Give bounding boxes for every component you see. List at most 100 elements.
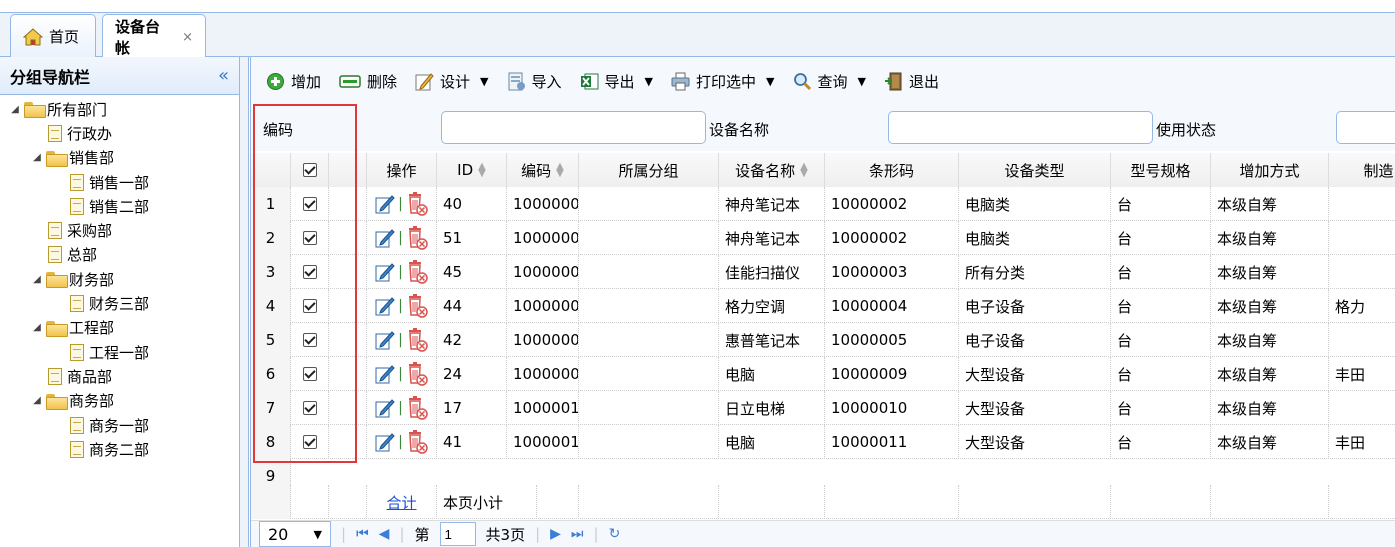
tree-node[interactable]: ◢ 所有部门 [0,97,239,121]
sort-icon[interactable]: ▲ ▼ [556,162,564,179]
table-row[interactable]: 9 [251,459,291,485]
row-select[interactable] [291,391,329,425]
export-button[interactable]: 导出 ▼ [580,71,653,92]
exit-button[interactable]: 退出 [884,71,939,92]
usage-status-input[interactable] [1336,111,1395,144]
delete-row-icon[interactable] [406,260,428,284]
add-button[interactable]: 增加 [266,71,321,92]
page-number-input[interactable] [439,522,476,546]
column-header-id[interactable]: ID ▲ ▼ [437,153,507,187]
column-header-name[interactable]: 设备名称 ▲ ▼ [719,153,825,187]
tree-node[interactable]: ◢ 销售部 [0,146,239,170]
edit-icon[interactable] [375,296,395,316]
edit-icon[interactable] [375,228,395,248]
table-row[interactable]: 7 | 17 10000010 日立电梯 10000010 大型设备 台 本级自筹 [251,391,1395,425]
tree-node[interactable]: 工程一部 [0,340,239,364]
expand-toggle-icon[interactable]: ◢ [30,395,44,406]
expand-toggle-icon[interactable]: ◢ [8,104,22,115]
column-header-maker[interactable]: 制造 [1329,153,1395,187]
column-header-ops[interactable]: 操作 [367,153,437,187]
edit-icon[interactable] [375,330,395,350]
expand-toggle-icon[interactable]: ◢ [30,274,44,285]
design-button[interactable]: 设计 ▼ [415,71,489,92]
row-checkbox[interactable] [302,231,317,245]
table-row[interactable]: 8 | 41 10000011 电脑 10000011 大型设备 台 本级自筹 丰田 [251,425,1395,459]
table-row[interactable]: 5 | 42 10000005 惠普笔记本 10000005 电子设备 台 本级自筹 [251,323,1395,357]
row-select[interactable] [291,289,329,323]
edit-icon[interactable] [375,194,395,214]
table-row[interactable]: 3 | 45 10000003 佳能扫描仪 10000003 所有分类 台 本级自筹 [251,255,1395,289]
tab-equipment-ledger[interactable]: 设备台帐 × [102,14,206,59]
code-input[interactable] [441,111,706,144]
tree-node[interactable]: ◢ 财务部 [0,267,239,291]
column-header-add[interactable]: 增加方式 [1211,153,1329,187]
tab-close-icon[interactable]: × [182,30,193,45]
delete-button[interactable]: 删除 [339,71,397,92]
row-select[interactable] [291,425,329,459]
row-checkbox[interactable] [302,299,317,313]
row-select[interactable] [291,221,329,255]
row-checkbox[interactable] [302,197,317,211]
sort-icon[interactable]: ▲ ▼ [800,162,808,179]
row-checkbox[interactable] [302,265,317,279]
total-link[interactable]: 合计 [386,492,416,513]
edit-icon[interactable] [375,398,395,418]
row-checkbox[interactable] [302,367,317,381]
header-select-all[interactable] [291,153,329,187]
delete-row-icon[interactable] [406,328,428,352]
delete-row-icon[interactable] [406,430,428,454]
select-all-checkbox[interactable] [302,163,317,177]
first-page-icon[interactable]: ⏮ [356,526,369,542]
delete-row-icon[interactable] [406,192,428,216]
row-checkbox[interactable] [302,435,317,449]
expand-toggle-icon[interactable]: ◢ [30,152,44,163]
table-row[interactable]: 1 | 40 10000002 神舟笔记本 10000002 电脑类 台 本级自筹 [251,187,1395,221]
next-page-icon[interactable]: ▶ [550,526,561,542]
tree-node[interactable]: 销售二部 [0,194,239,218]
table-row[interactable]: 2 | 51 10000002-01 神舟笔记本 10000002 电脑类 台 本级自筹 [251,221,1395,255]
sort-icon[interactable]: ▲ ▼ [478,162,486,179]
column-header-code[interactable]: 编码 ▲ ▼ [507,153,579,187]
tree-node[interactable]: ◢ 商务部 [0,389,239,413]
tree-node[interactable]: ◢ 工程部 [0,316,239,340]
import-button[interactable]: 导入 [507,71,562,92]
tree-node[interactable]: 销售一部 [0,170,239,194]
tree-node[interactable]: 商务一部 [0,413,239,437]
row-select[interactable] [291,255,329,289]
query-button[interactable]: 查询 ▼ [793,71,866,92]
tree-node[interactable]: 行政办 [0,121,239,145]
equipment-name-input[interactable] [888,111,1153,144]
delete-row-icon[interactable] [406,362,428,386]
prev-page-icon[interactable]: ◀ [379,526,390,542]
edit-icon[interactable] [375,432,395,452]
row-select[interactable] [291,357,329,391]
delete-row-icon[interactable] [406,226,428,250]
column-header-group[interactable]: 所属分组 [579,153,719,187]
tree-node[interactable]: 商品部 [0,364,239,388]
column-header-spec[interactable]: 型号规格 [1111,153,1211,187]
row-checkbox[interactable] [302,401,317,415]
delete-row-icon[interactable] [406,294,428,318]
collapse-icon[interactable]: « [218,65,229,86]
edit-icon[interactable] [375,364,395,384]
tree-node[interactable]: 总部 [0,243,239,267]
page-size-select[interactable]: 20 ▼ [259,521,331,547]
tree-node[interactable]: 采购部 [0,218,239,242]
row-select[interactable] [291,187,329,221]
splitter[interactable] [240,57,249,547]
tab-home[interactable]: 首页 [10,14,96,58]
row-select[interactable] [291,323,329,357]
delete-row-icon[interactable] [406,396,428,420]
row-checkbox[interactable] [302,333,317,347]
edit-icon[interactable] [375,262,395,282]
expand-toggle-icon[interactable]: ◢ [30,322,44,333]
print-selected-button[interactable]: 打印选中 ▼ [671,71,775,92]
last-page-icon[interactable]: ⏭ [571,526,584,542]
table-row[interactable]: 6 | 24 10000009 电脑 10000009 大型设备 台 本级自筹 丰田 [251,357,1395,391]
column-header-barcode[interactable]: 条形码 [825,153,959,187]
column-header-type[interactable]: 设备类型 [959,153,1111,187]
table-row[interactable]: 4 | 44 10000004 格力空调 10000004 电子设备 台 本级自筹 格力 [251,289,1395,323]
tree-node[interactable]: 财务三部 [0,291,239,315]
footer-total-link[interactable]: 合计 [367,485,437,519]
tree-node[interactable]: 商务二部 [0,437,239,461]
